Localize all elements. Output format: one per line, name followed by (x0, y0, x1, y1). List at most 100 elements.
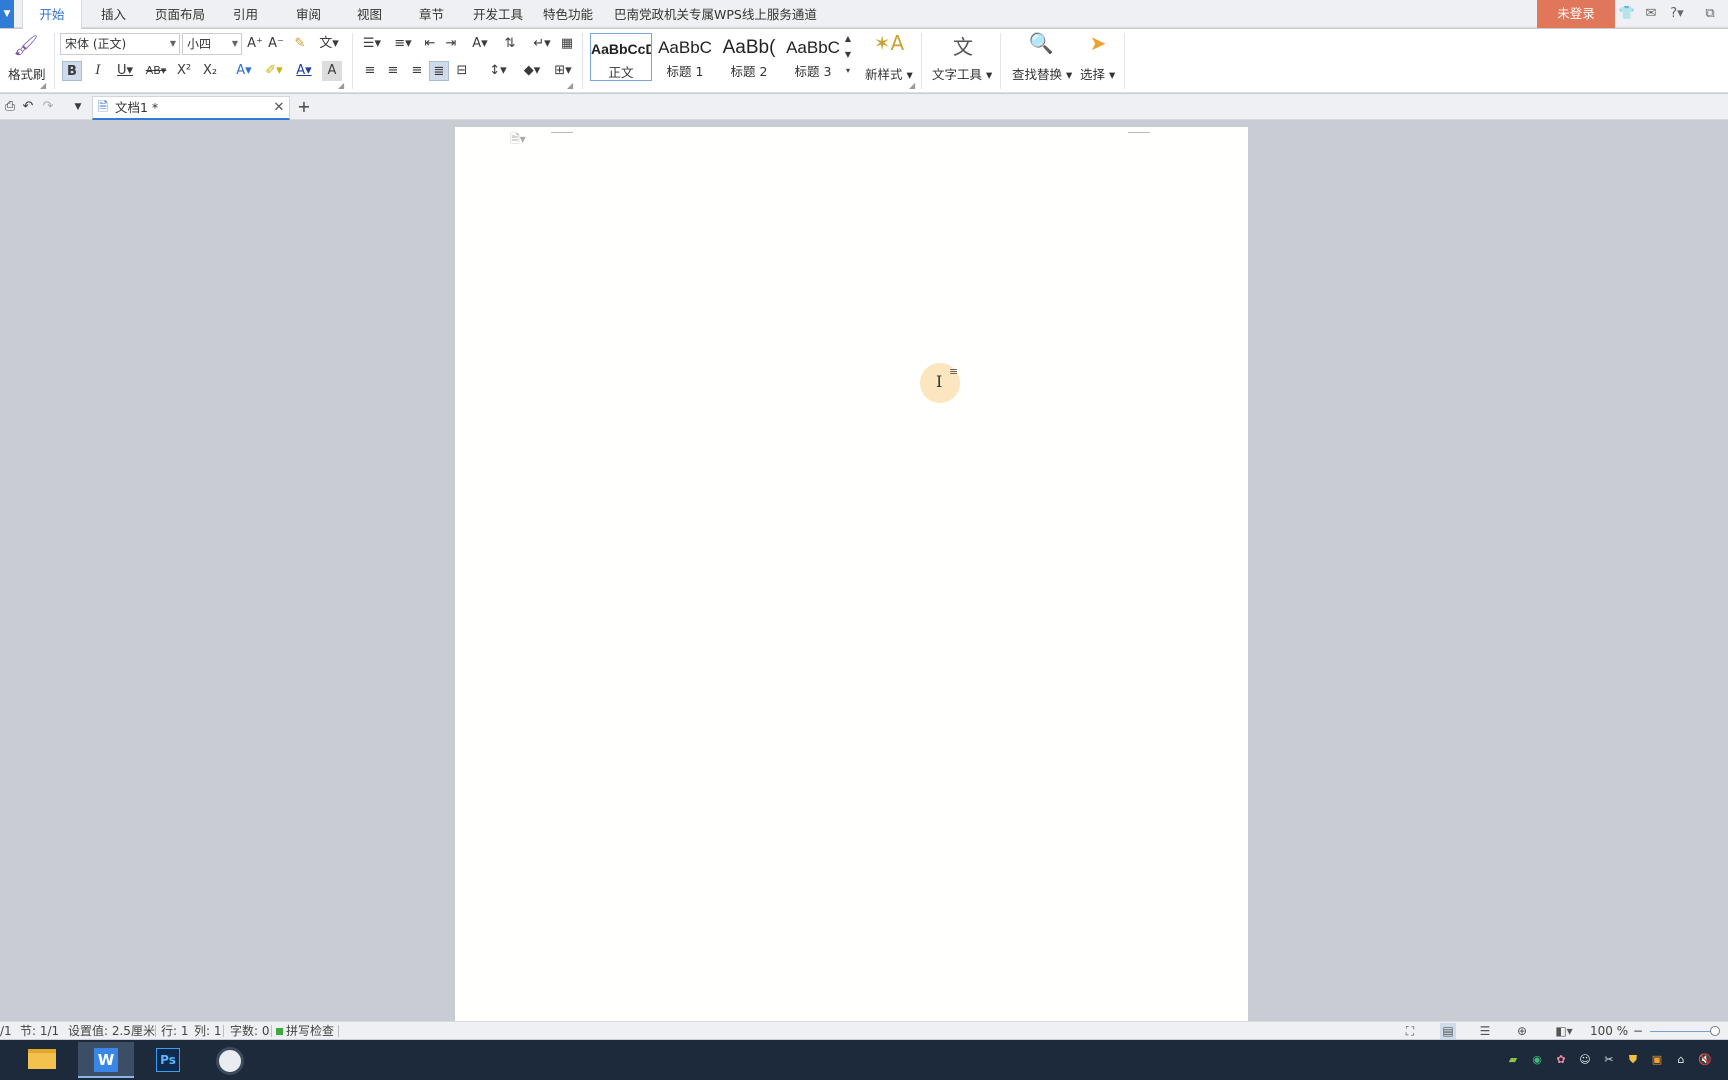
dialog-launcher-icon[interactable]: ◢ (338, 81, 344, 90)
tray-volume-mute-icon[interactable]: 🔇 (1697, 1052, 1713, 1068)
superscript-button[interactable]: X² (174, 61, 194, 81)
taskbar-photoshop[interactable]: Ps (140, 1042, 196, 1078)
dialog-launcher-icon[interactable]: ◢ (40, 81, 46, 90)
gallery-scroll-down-icon[interactable]: ▼ (842, 47, 854, 63)
text-tools-button[interactable]: 文字工具 ▾ (932, 64, 992, 83)
highlight-icon[interactable]: ✐▾ (260, 61, 288, 81)
phonetic-guide-icon[interactable]: 文▾ (315, 34, 343, 54)
align-left-icon[interactable]: ≡ (360, 61, 380, 81)
show-marks-icon[interactable]: ↵▾ (528, 34, 556, 54)
line-spacing-icon[interactable]: ↕▾ (484, 61, 512, 81)
quick-access-dropdown-icon[interactable]: ▼ (68, 97, 88, 117)
numbered-list-icon[interactable]: ≡▾ (389, 34, 417, 54)
increase-indent-icon[interactable]: ⇥ (441, 34, 461, 54)
gallery-scroll-up-icon[interactable]: ▲ (842, 31, 854, 47)
menu-tab-review[interactable]: 审阅 (296, 0, 321, 28)
decrease-indent-icon[interactable]: ⇤ (420, 34, 440, 54)
new-style-button[interactable]: 新样式 ▾ (865, 64, 913, 83)
menu-tab-view[interactable]: 视图 (357, 0, 382, 28)
zoom-slider-track[interactable] (1650, 1031, 1716, 1032)
login-button[interactable]: 未登录 (1537, 0, 1615, 28)
zoom-slider-knob[interactable] (1710, 1026, 1720, 1036)
new-tab-plus-icon[interactable]: + (294, 97, 314, 117)
select-button[interactable]: 选择 ▾ (1080, 64, 1115, 83)
borders-icon[interactable]: ⊞▾ (549, 61, 577, 81)
subscript-button[interactable]: X₂ (200, 61, 220, 81)
style-heading-3[interactable]: AaBbC 标题 3 (782, 33, 844, 81)
fullscreen-view-icon[interactable]: ⛶ (1402, 1023, 1418, 1039)
reading-mode-icon[interactable]: ◧▾ (1550, 1023, 1578, 1039)
bullet-list-icon[interactable]: ☰▾ (358, 34, 386, 54)
document-page[interactable]: 🗎▾ I ≡ (455, 127, 1248, 1027)
menu-tab-insert[interactable]: 插入 (101, 0, 126, 28)
distributed-icon[interactable]: ⊟ (452, 61, 472, 81)
menu-tab-page-layout[interactable]: 页面布局 (155, 0, 205, 28)
char-scaling-icon[interactable]: A▾ (466, 34, 494, 54)
tray-tool-icon[interactable]: ✂ (1601, 1052, 1617, 1068)
spell-check-toggle[interactable]: 拼写检查 (276, 1022, 334, 1040)
menu-tab-special[interactable]: 特色功能 (543, 0, 593, 28)
shrink-font-icon[interactable]: A⁻ (266, 34, 286, 54)
undo-icon[interactable]: ↶ (18, 97, 38, 117)
style-heading-1[interactable]: AaBbC 标题 1 (654, 33, 716, 81)
taskbar-wps-writer[interactable]: W (78, 1042, 134, 1078)
tray-network-app-icon[interactable]: ◉ (1529, 1052, 1545, 1068)
find-replace-button[interactable]: 查找替换 ▾ (1012, 64, 1072, 83)
strikethrough-button[interactable]: AB▾ (142, 61, 170, 81)
font-color-icon[interactable]: A▾ (290, 61, 318, 81)
document-tab[interactable]: 🗎 文档1 * ✕ (92, 96, 290, 120)
select-cursor-icon[interactable]: ➤ (1084, 31, 1112, 59)
menu-tab-developer[interactable]: 开发工具 (473, 0, 523, 28)
gallery-expand-icon[interactable]: ▾ (842, 63, 854, 79)
help-icon[interactable]: ?▾ (1664, 4, 1690, 24)
shading-fill-icon[interactable]: ◆▾ (518, 61, 546, 81)
align-center-icon[interactable]: ≡ (383, 61, 403, 81)
text-tools-icon[interactable]: 文 (946, 31, 980, 59)
new-style-icon[interactable]: ✶A (872, 31, 906, 59)
chat-icon[interactable]: ✉ (1641, 4, 1661, 24)
tray-nvidia-icon[interactable]: ▰ (1505, 1052, 1521, 1068)
status-word-count[interactable]: 字数: 0 (230, 1022, 270, 1040)
restore-window-icon[interactable]: ⧉ (1700, 4, 1720, 24)
font-name-select[interactable]: 宋体 (正文) ▼ (60, 33, 180, 55)
outline-view-icon[interactable]: ☰ (1477, 1023, 1493, 1039)
web-view-icon[interactable]: ⊕ (1514, 1023, 1530, 1039)
zoom-level[interactable]: 100 % (1590, 1022, 1628, 1040)
char-shading-icon[interactable]: A (322, 61, 342, 81)
skin-shirt-icon[interactable]: 👕 (1617, 4, 1637, 24)
dialog-launcher-icon[interactable]: ◢ (567, 81, 573, 90)
dialog-launcher-icon[interactable]: ◢ (909, 81, 915, 90)
underline-button[interactable]: U▾ (112, 61, 138, 81)
italic-button[interactable]: I (88, 61, 108, 81)
tray-network-icon[interactable]: ⌂ (1673, 1052, 1689, 1068)
menu-tab-home[interactable]: 开始 (22, 0, 82, 29)
taskbar-recorder[interactable] (202, 1042, 258, 1078)
grow-font-icon[interactable]: A⁺ (245, 34, 265, 54)
page-view-icon[interactable]: ▤ (1440, 1023, 1456, 1039)
close-tab-icon[interactable]: ✕ (269, 98, 289, 118)
menu-tab-references[interactable]: 引用 (233, 0, 258, 28)
bold-button[interactable]: B (62, 61, 82, 81)
style-normal[interactable]: AaBbCcD 正文 (590, 33, 652, 81)
zoom-out-icon[interactable]: − (1633, 1022, 1643, 1040)
paste-options-icon[interactable]: 🗎▾ (503, 129, 533, 149)
print-preview-icon[interactable]: ⎙ (0, 97, 20, 117)
app-menu-arrow-icon[interactable]: ▼ (0, 0, 14, 28)
text-effect-icon[interactable]: A▾ (230, 61, 258, 81)
tray-qq-icon[interactable]: ☺ (1577, 1052, 1593, 1068)
tray-shield-icon[interactable]: ⛊ (1625, 1052, 1641, 1068)
align-right-icon[interactable]: ≡ (407, 61, 427, 81)
tray-folder-icon[interactable]: ▣ (1649, 1052, 1665, 1068)
style-heading-2[interactable]: AaBb( 标题 2 (718, 33, 780, 81)
clear-format-icon[interactable]: ✎ (290, 34, 310, 54)
redo-icon[interactable]: ↷ (38, 97, 58, 117)
font-size-select[interactable]: 小四 ▼ (182, 33, 242, 55)
sort-icon[interactable]: ⇅ (500, 34, 520, 54)
find-replace-icon[interactable]: 🔍 (1024, 31, 1058, 59)
taskbar-file-explorer[interactable] (14, 1042, 70, 1078)
justify-icon[interactable]: ≣ (429, 61, 449, 81)
menu-tab-chapter[interactable]: 章节 (419, 0, 444, 28)
tray-app-icon[interactable]: ✿ (1553, 1052, 1569, 1068)
format-painter-icon[interactable]: 🖌 (10, 33, 42, 59)
table-grid-icon[interactable]: ▦ (557, 34, 577, 54)
